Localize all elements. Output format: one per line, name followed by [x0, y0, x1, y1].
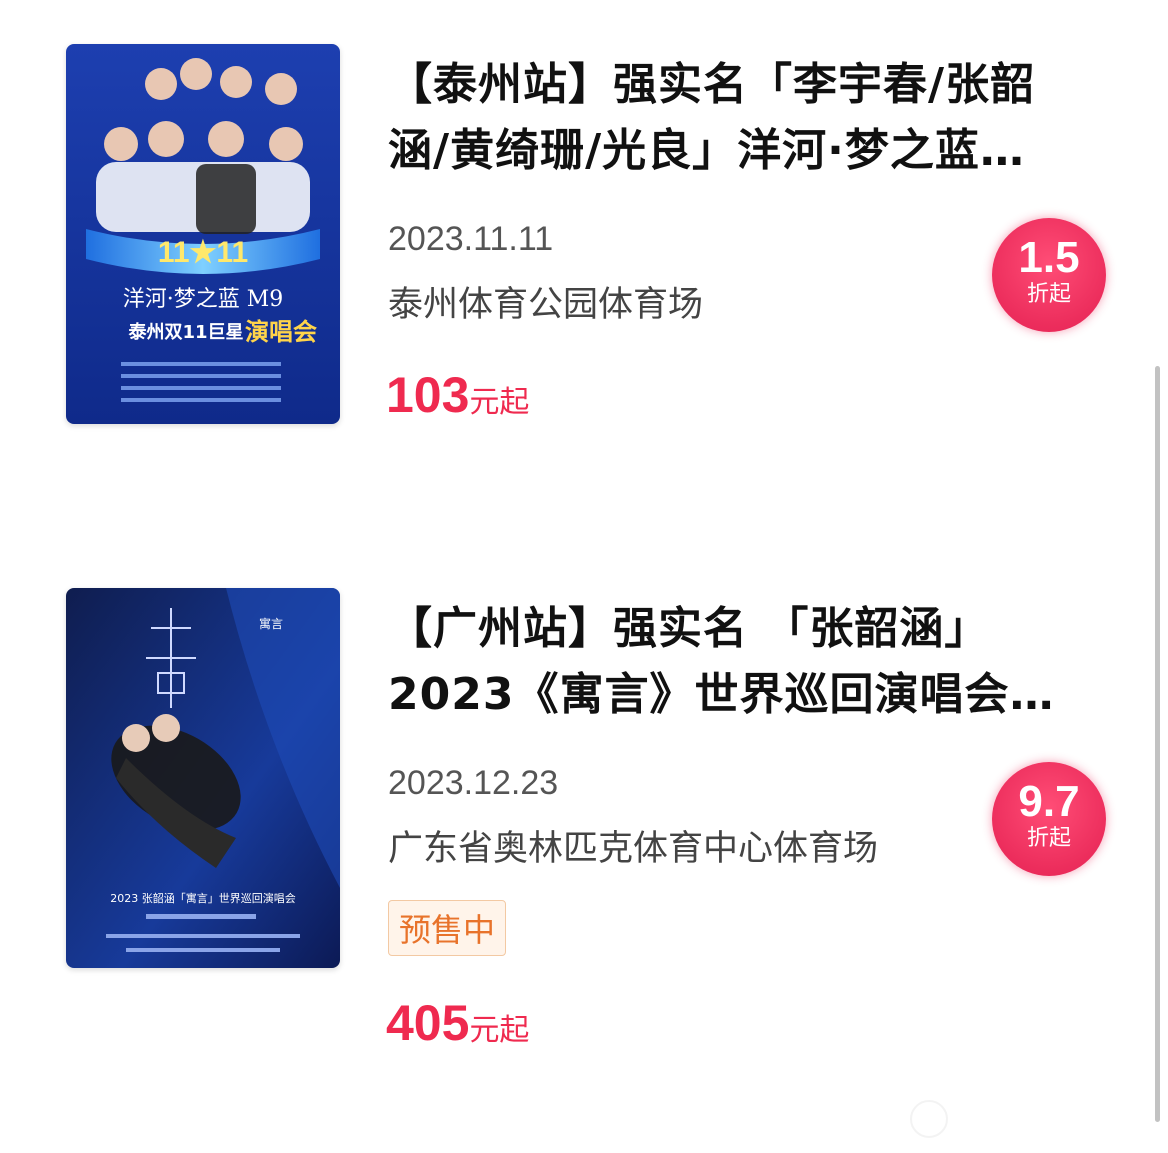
discount-rate: 1.5 [1018, 233, 1080, 282]
event-price: 103元起 [386, 366, 529, 424]
event-venue: 广东省奥林匹克体育中心体育场 [388, 829, 879, 869]
concert-poster-image[interactable]: 寓言 2023 张韶涵「寓言」世界巡回演唱会 [66, 588, 340, 968]
svg-text:演唱会: 演唱会 [245, 318, 317, 346]
event-venue: 泰州体育公园体育场 [388, 285, 704, 325]
event-date: 2023.12.23 [388, 764, 559, 802]
price-suffix: 元起 [469, 385, 530, 420]
price-value: 405 [386, 995, 470, 1051]
event-price: 405元起 [386, 994, 529, 1052]
concert-poster-image[interactable]: 11★11 洋河·梦之蓝 M9 泰州双11巨星 演唱会 [66, 44, 340, 424]
price-suffix: 元起 [469, 1013, 530, 1048]
svg-text:11★11: 11★11 [158, 236, 248, 269]
svg-text:泰州双11巨星: 泰州双11巨星 [127, 321, 243, 343]
event-title[interactable]: 【广州站】强实名 「张韶涵」 2023《寓言》世界巡回演唱会… [388, 596, 1088, 728]
price-value: 103 [386, 367, 470, 423]
discount-unit: 折起 [1026, 826, 1071, 851]
discount-unit: 折起 [1026, 282, 1071, 307]
svg-text:2023 张韶涵「寓言」世界巡回演唱会: 2023 张韶涵「寓言」世界巡回演唱会 [110, 891, 296, 905]
event-title[interactable]: 【泰州站】强实名「李宇春/张韶涵/黄绮珊/光良」洋河·梦之蓝… [388, 52, 1088, 184]
event-date: 2023.11.11 [388, 220, 554, 258]
discount-badge: 9.7 折起 [992, 762, 1106, 876]
svg-text:寓言: 寓言 [259, 616, 283, 631]
vertical-scrollbar[interactable] [1155, 366, 1160, 1122]
presale-status-badge: 预售中 [388, 900, 507, 956]
svg-text:洋河·梦之蓝 M9: 洋河·梦之蓝 M9 [123, 287, 284, 312]
discount-badge: 1.5 折起 [992, 218, 1106, 332]
discount-rate: 9.7 [1018, 777, 1080, 826]
floating-ghost-icon [910, 1100, 948, 1138]
